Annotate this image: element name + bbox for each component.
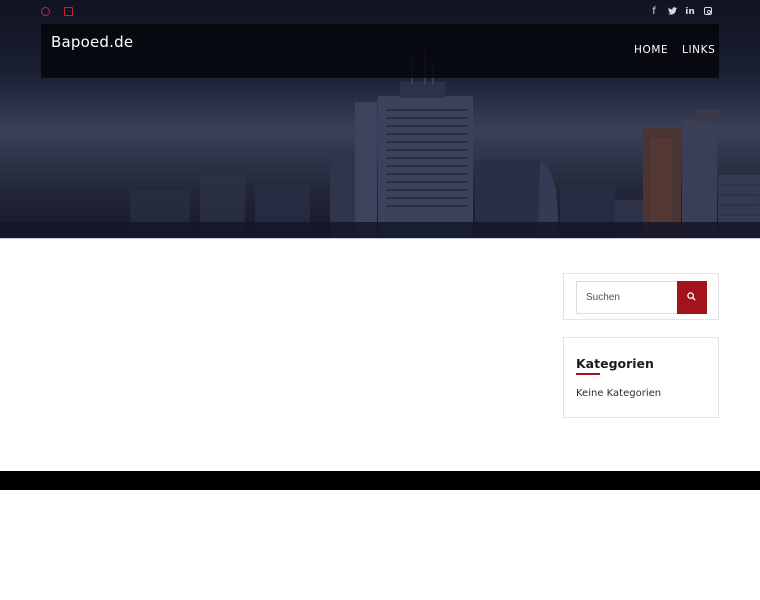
- categories-title: Kategorien: [576, 356, 654, 371]
- categories-widget: Kategorien Keine Kategorien: [563, 337, 719, 418]
- linkedin-icon[interactable]: in: [683, 5, 697, 19]
- hero-banner: f in Bapoed.de HOME LINKS: [0, 0, 760, 239]
- footer-bar: [0, 471, 760, 490]
- categories-title-underline: [576, 373, 600, 375]
- search-button[interactable]: [677, 281, 707, 314]
- instagram-icon[interactable]: [701, 5, 715, 19]
- search-input[interactable]: [576, 281, 678, 314]
- search-widget: [563, 273, 719, 320]
- top-bar: f in: [0, 0, 760, 24]
- nav-home-link[interactable]: HOME: [634, 44, 668, 56]
- twitter-icon[interactable]: [665, 5, 679, 19]
- search-icon: [687, 292, 696, 301]
- mail-icon: [64, 7, 73, 16]
- clock-icon: [41, 7, 50, 16]
- categories-empty-text: Keine Kategorien: [576, 388, 662, 399]
- main-navbar: Bapoed.de HOME LINKS: [41, 24, 719, 78]
- nav-links-link[interactable]: LINKS: [682, 44, 715, 56]
- facebook-icon[interactable]: f: [647, 5, 661, 19]
- site-brand[interactable]: Bapoed.de: [51, 33, 133, 51]
